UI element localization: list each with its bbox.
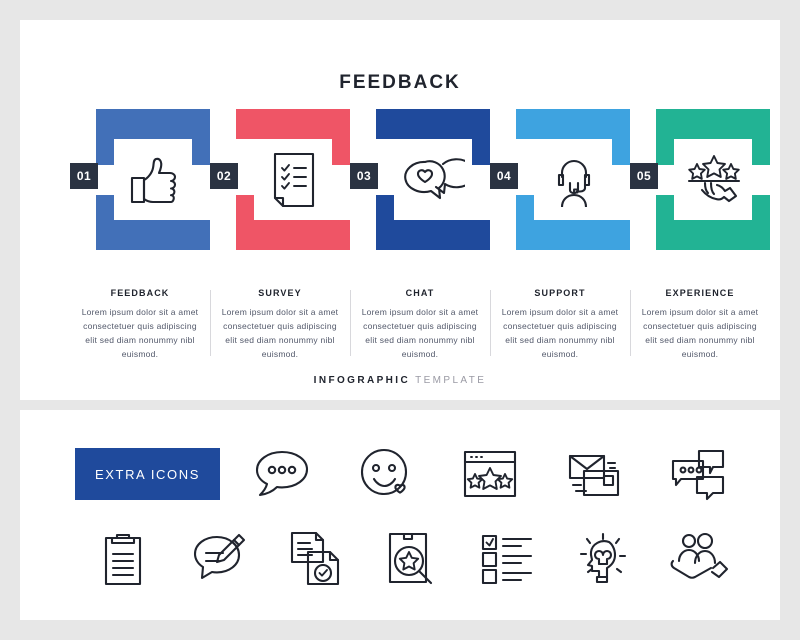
bracket-top-bar-2 [236,109,350,139]
step-number-badge-2: 02 [210,163,238,189]
bracket-bottom-bar-5 [656,220,770,250]
extra-icons-row-2 [75,522,750,594]
three-chat-bubbles-icon[interactable] [646,438,750,510]
headset-agent-icon [532,147,616,213]
bracket-top-bar-4 [516,109,630,139]
head-lightbulb-idea-icon[interactable] [555,522,651,594]
chat-bubble-dots-icon[interactable] [230,438,334,510]
step-1[interactable]: 01 [70,95,210,265]
browser-star-rating-icon[interactable] [438,438,542,510]
hand-holding-people-icon[interactable] [651,522,747,594]
caption-3: CHAT Lorem ipsum dolor sit a amet consec… [350,288,490,360]
footer-bold-word: INFOGRAPHIC [313,375,411,386]
hand-star-rating-icon [672,147,756,213]
bracket-bottom-bar-1 [96,220,210,250]
caption-4: SUPPORT Lorem ipsum dolor sit a amet con… [490,288,630,360]
infographic-page: FEEDBACK 01 02 03 04 05 FEEDBACK Lorem i… [0,0,800,640]
step-4[interactable]: 04 [490,95,630,265]
step-5[interactable]: 05 [630,95,770,265]
caption-title-1: FEEDBACK [110,288,170,298]
footer-caption: INFOGRAPHIC TEMPLATE [20,375,780,386]
steps-row: 01 02 03 04 05 [70,95,770,275]
document-star-search-icon[interactable] [363,522,459,594]
caption-title-2: SURVEY [258,288,302,298]
bracket-top-bar-5 [656,109,770,139]
checklist-document-icon [252,147,336,213]
bracket-top-bar-1 [96,109,210,139]
bracket-top-bar-3 [376,109,490,139]
top-panel: FEEDBACK 01 02 03 04 05 FEEDBACK Lorem i… [20,20,780,400]
extra-icons-panel: EXTRA ICONS [20,410,780,620]
caption-2: SURVEY Lorem ipsum dolor sit a amet cons… [210,288,350,360]
chat-bubble-pencil-icon[interactable] [171,522,267,594]
step-3[interactable]: 03 [350,95,490,265]
caption-5: EXPERIENCE Lorem ipsum dolor sit a amet … [630,288,770,360]
caption-body-3: Lorem ipsum dolor sit a amet consectetue… [361,307,479,360]
extra-icons-label: EXTRA ICONS [94,466,200,482]
heart-chat-bubble-icon [392,147,476,213]
caption-body-5: Lorem ipsum dolor sit a amet consectetue… [641,307,759,360]
caption-body-1: Lorem ipsum dolor sit a amet consectetue… [81,307,199,360]
documents-check-icon[interactable] [267,522,363,594]
caption-title-5: EXPERIENCE [665,288,735,298]
clipboard-lines-icon[interactable] [75,522,171,594]
step-2[interactable]: 02 [210,95,350,265]
caption-1: FEEDBACK Lorem ipsum dolor sit a amet co… [70,288,210,360]
extra-icons-label-box: EXTRA ICONS [75,448,220,500]
caption-title-3: CHAT [405,288,435,298]
bracket-bottom-bar-2 [236,220,350,250]
footer-light-word: TEMPLATE [415,375,487,386]
step-number-badge-1: 01 [70,163,98,189]
caption-body-4: Lorem ipsum dolor sit a amet consectetue… [501,307,619,360]
checklist-icon[interactable] [459,522,555,594]
step-number-badge-5: 05 [630,163,658,189]
bracket-bottom-bar-3 [376,220,490,250]
captions-row: FEEDBACK Lorem ipsum dolor sit a amet co… [70,288,770,360]
caption-title-4: SUPPORT [534,288,586,298]
smiley-heart-icon[interactable] [334,438,438,510]
extra-icons-row-1 [230,438,750,510]
step-number-badge-3: 03 [350,163,378,189]
mail-envelope-stack-icon[interactable] [542,438,646,510]
page-title: FEEDBACK [339,72,461,93]
step-number-badge-4: 04 [490,163,518,189]
thumbs-up-icon [112,147,196,213]
bracket-bottom-bar-4 [516,220,630,250]
caption-body-2: Lorem ipsum dolor sit a amet consectetue… [221,307,339,360]
